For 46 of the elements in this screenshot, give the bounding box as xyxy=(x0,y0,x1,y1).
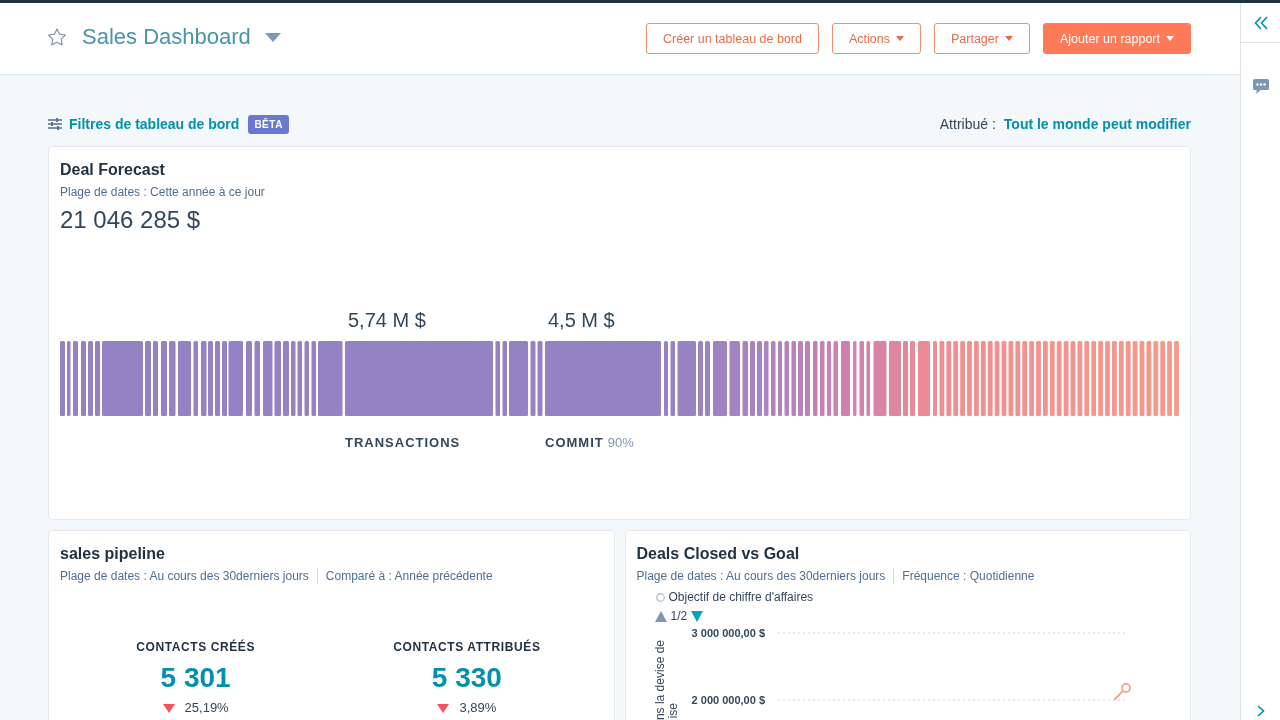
forecast-category-label: TRANSACTIONS xyxy=(345,435,461,451)
caret-icon xyxy=(896,36,904,41)
forecast-percent: 90% xyxy=(607,435,634,451)
create-dashboard-button[interactable]: Créer un tableau de bord xyxy=(646,23,819,54)
card-title: Deals Closed vs Goal xyxy=(636,544,801,564)
date-range-text: Plage de dates : Cette année à ce jour xyxy=(60,184,265,200)
total-amount: 21 046 285 $ xyxy=(60,205,202,235)
caret-icon xyxy=(264,32,281,42)
dashboard-filters-button[interactable]: Filtres de tableau de bord xyxy=(48,116,240,132)
sliders-icon xyxy=(48,118,62,130)
kpi-change: 3,89% xyxy=(459,700,497,716)
report-meta-text: Plage de dates : Au cours des 30derniers jours xyxy=(636,568,886,584)
page-indicator: 1/2 xyxy=(670,608,688,624)
beta-badge: BÊTA xyxy=(248,114,289,134)
caret-icon xyxy=(1004,36,1013,41)
report-meta-text: Comparé à : Année précédente xyxy=(325,568,493,584)
kpi-value: 5 330 xyxy=(431,661,502,695)
kpi-label: CONTACTS CRÉÉS xyxy=(136,639,256,655)
down-triangle-icon[interactable] xyxy=(691,610,704,622)
kpi-change: 25,19% xyxy=(184,700,229,716)
kpi-value: 5 301 xyxy=(160,661,231,695)
y-tick-label: 2 000 000,00 $ xyxy=(691,694,765,706)
card-title: Deal Forecast xyxy=(60,160,166,180)
report-meta-text: Plage de dates : Au cours des 30derniers jours xyxy=(60,568,309,584)
double-chevron-icon[interactable] xyxy=(1253,15,1268,30)
caret-icon xyxy=(1166,36,1174,41)
y-axis-label: ns la devise de ise xyxy=(652,640,680,720)
chevron-right-icon[interactable] xyxy=(1256,705,1265,717)
speech-bubble-icon[interactable] xyxy=(1252,79,1269,94)
forecast-amount: 5,74 M $ xyxy=(348,308,426,332)
share-button[interactable]: Partager xyxy=(934,23,1030,54)
legend-label: Objectif de chiffre d'affaires xyxy=(668,589,814,605)
add-report-button[interactable]: Ajouter un rapport xyxy=(1042,23,1191,54)
assigned-label: Attribué : xyxy=(939,116,996,132)
actions-button[interactable]: Actions xyxy=(832,23,921,54)
kpi-label: CONTACTS ATTRIBUÉS xyxy=(393,639,541,655)
card-title: sales pipeline xyxy=(60,544,166,564)
forecast-amount: 4,5 M $ xyxy=(548,308,615,332)
star-icon[interactable] xyxy=(48,28,66,46)
data-point xyxy=(1120,683,1131,693)
assigned-link[interactable]: Tout le monde peut modifier xyxy=(1003,116,1191,132)
dashboard-selector[interactable]: Sales Dashboard xyxy=(82,24,281,50)
y-tick-label: 3 000 000,00 $ xyxy=(691,627,765,639)
legend-ring-icon xyxy=(655,592,665,602)
forecast-category-label: COMMIT xyxy=(545,435,604,451)
report-meta-text: Fréquence : Quotidienne xyxy=(902,568,1035,584)
